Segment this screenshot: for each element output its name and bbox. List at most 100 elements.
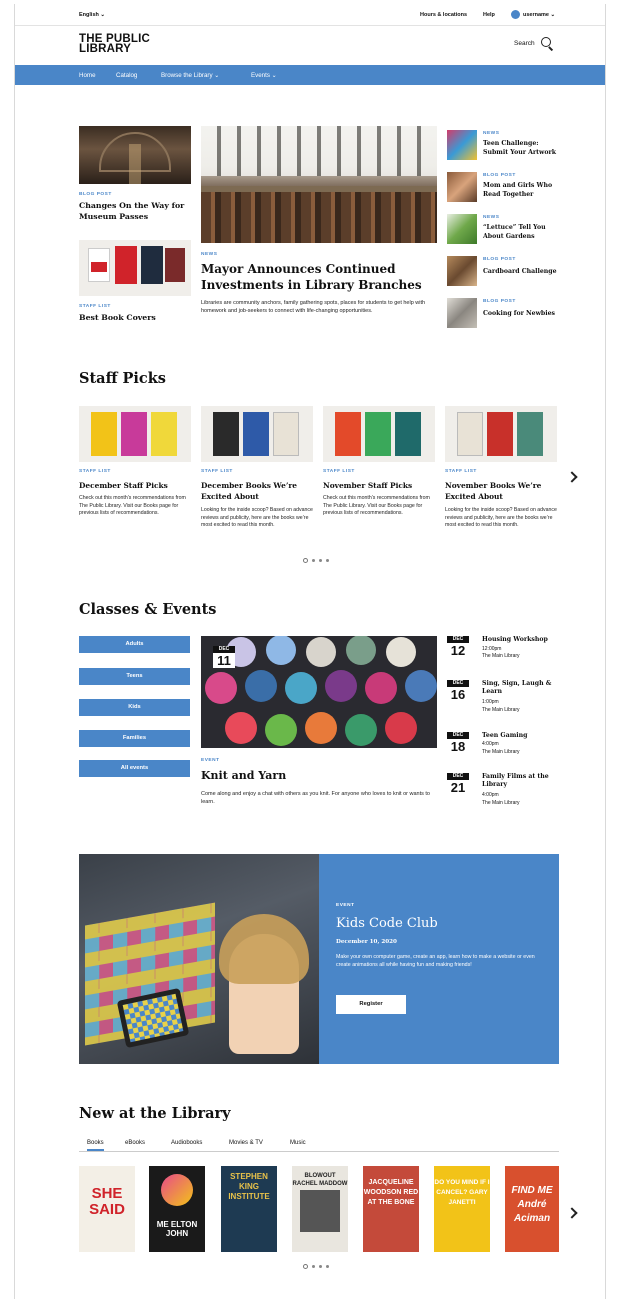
nav-events[interactable]: Events ⌄ bbox=[251, 72, 277, 79]
pagination-dot[interactable] bbox=[312, 1265, 315, 1268]
event-3-day: 18 bbox=[450, 739, 466, 754]
tab-movies-tv[interactable]: Movies & TV bbox=[229, 1140, 263, 1146]
staff-card-2-title[interactable]: December Books We’re Excited About bbox=[201, 480, 317, 502]
side-item-5-image[interactable] bbox=[447, 298, 477, 328]
side-item-3-image[interactable] bbox=[447, 214, 477, 244]
featured-event-body: Come along and enjoy a chat with others … bbox=[201, 791, 430, 805]
filter-adults-button[interactable]: Adults bbox=[79, 636, 190, 653]
pagination-dot[interactable] bbox=[326, 1265, 329, 1268]
media-tabs: Books eBooks Audiobooks Movies & TV Musi… bbox=[79, 1138, 559, 1152]
book-red-at-the-bone[interactable]: JACQUELINE WOODSON RED AT THE BONE bbox=[363, 1166, 419, 1252]
filter-all-events-button[interactable]: All events bbox=[79, 760, 190, 777]
classes-events-heading: Classes & Events bbox=[79, 601, 217, 618]
book-covers-image[interactable] bbox=[79, 240, 191, 296]
book-she-said[interactable]: SHE SAID bbox=[79, 1166, 135, 1252]
event-3-title[interactable]: Teen Gaming bbox=[482, 732, 562, 740]
tab-ebooks[interactable]: eBooks bbox=[125, 1140, 145, 1146]
book-blowout[interactable]: BLOWOUT RACHEL MADDOW bbox=[292, 1166, 348, 1252]
library-branch-image[interactable] bbox=[201, 126, 437, 243]
hours-locations-link[interactable]: Hours & locations bbox=[420, 12, 467, 18]
library-logo[interactable]: THE PUBLIC LIBRARY bbox=[79, 33, 150, 55]
help-link[interactable]: Help bbox=[483, 12, 495, 18]
side-item-1-image[interactable] bbox=[447, 130, 477, 160]
side-item-2-title[interactable]: Mom and Girls Who Read Together bbox=[483, 181, 563, 199]
book-red-at-the-bone-title: JACQUELINE WOODSON RED AT THE BONE bbox=[363, 1179, 419, 1206]
event-1-date: DEC 12 bbox=[447, 636, 469, 658]
search-icon bbox=[540, 37, 553, 49]
yarn-spools-illustration bbox=[205, 636, 437, 746]
event-3-place: The Main Library bbox=[482, 749, 520, 755]
pagination-dot[interactable] bbox=[319, 1265, 322, 1268]
book-find-me[interactable]: FIND ME André Aciman bbox=[505, 1166, 559, 1252]
nav-home[interactable]: Home bbox=[79, 72, 96, 79]
featured-event-title[interactable]: Knit and Yarn bbox=[201, 769, 286, 782]
event-2-day: 16 bbox=[450, 687, 466, 702]
side-item-4-title[interactable]: Cardboard Challenge bbox=[483, 267, 563, 276]
filter-teens-button[interactable]: Teens bbox=[79, 668, 190, 685]
new-at-library-heading: New at the Library bbox=[79, 1105, 231, 1122]
register-button[interactable]: Register bbox=[336, 995, 406, 1014]
staff-picks-next-icon[interactable] bbox=[566, 471, 578, 483]
staff-card-2-label: STAFF LIST bbox=[201, 469, 233, 474]
nav-catalog[interactable]: Catalog bbox=[116, 72, 137, 79]
staff-picks-pagination bbox=[303, 558, 329, 563]
side-item-3-title[interactable]: “Lettuce” Tell You About Gardens bbox=[483, 223, 563, 241]
featured-left-bottom-label: STAFF LIST bbox=[79, 304, 111, 309]
staff-card-4-title[interactable]: November Books We’re Excited About bbox=[445, 480, 561, 502]
staff-card-3-title[interactable]: November Staff Picks bbox=[323, 480, 439, 491]
staff-card-2-image[interactable] bbox=[201, 406, 313, 462]
event-4-day: 21 bbox=[450, 780, 466, 795]
event-2-title[interactable]: Sing, Sign, Laugh & Learn bbox=[482, 680, 562, 696]
pagination-dot-active[interactable] bbox=[303, 1264, 308, 1269]
event-4-title[interactable]: Family Films at the Library bbox=[482, 773, 562, 789]
featured-left-bottom-title[interactable]: Best Book Covers bbox=[79, 312, 195, 323]
book-do-you-mind-if-i-cancel-title: DO YOU MIND IF I CANCEL? GARY JANETTI bbox=[434, 1179, 490, 1206]
filter-families-button[interactable]: Families bbox=[79, 730, 190, 747]
filter-kids-button[interactable]: Kids bbox=[79, 699, 190, 716]
nav-browse[interactable]: Browse the Library ⌄ bbox=[161, 72, 220, 79]
event-1-place: The Main Library bbox=[482, 653, 520, 659]
featured-main-body: Libraries are community anchors, family … bbox=[201, 300, 426, 314]
book-she-said-title: SHE SAID bbox=[89, 1185, 125, 1218]
tab-books[interactable]: Books bbox=[87, 1140, 104, 1151]
search-button[interactable]: Search bbox=[514, 37, 553, 49]
pagination-dot[interactable] bbox=[312, 559, 315, 562]
museum-image[interactable] bbox=[79, 126, 191, 184]
side-item-5-label: BLOG POST bbox=[483, 299, 516, 304]
avatar bbox=[511, 10, 520, 19]
side-item-2-image[interactable] bbox=[447, 172, 477, 202]
language-selector[interactable]: English ⌄ bbox=[79, 12, 105, 18]
tab-audiobooks[interactable]: Audiobooks bbox=[171, 1140, 202, 1146]
featured-left-top-title[interactable]: Changes On the Way for Museum Passes bbox=[79, 200, 195, 222]
side-item-3-label: NEWS bbox=[483, 215, 500, 220]
side-item-5-title[interactable]: Cooking for Newbies bbox=[483, 309, 563, 318]
staff-card-1-title[interactable]: December Staff Picks bbox=[79, 480, 195, 491]
side-item-2-label: BLOG POST bbox=[483, 173, 516, 178]
search-label: Search bbox=[514, 39, 535, 47]
side-item-4-image[interactable] bbox=[447, 256, 477, 286]
book-do-you-mind-if-i-cancel[interactable]: DO YOU MIND IF I CANCEL? GARY JANETTI bbox=[434, 1166, 490, 1252]
event-1-month: DEC bbox=[447, 636, 469, 643]
knit-and-yarn-image[interactable]: DEC 11 bbox=[201, 636, 437, 748]
side-item-1-title[interactable]: Teen Challenge: Submit Your Artwork bbox=[483, 139, 563, 157]
staff-card-3-image[interactable] bbox=[323, 406, 435, 462]
featured-main-title[interactable]: Mayor Announces Continued Investments in… bbox=[201, 261, 437, 293]
event-1-day: 12 bbox=[450, 643, 466, 658]
pagination-dot-active[interactable] bbox=[303, 558, 308, 563]
kids-code-club-image bbox=[79, 854, 319, 1064]
pagination-dot[interactable] bbox=[326, 559, 329, 562]
event-2-month: DEC bbox=[447, 680, 469, 687]
side-item-1-label: NEWS bbox=[483, 131, 500, 136]
new-books-next-icon[interactable] bbox=[566, 1207, 578, 1219]
event-2-place: The Main Library bbox=[482, 707, 520, 713]
tab-music[interactable]: Music bbox=[290, 1140, 306, 1146]
promo-label: EVENT bbox=[336, 903, 355, 908]
event-1-title[interactable]: Housing Workshop bbox=[482, 636, 562, 644]
staff-card-4-image[interactable] bbox=[445, 406, 557, 462]
staff-card-4-label: STAFF LIST bbox=[445, 469, 477, 474]
user-menu[interactable]: username ⌄ bbox=[511, 10, 555, 19]
book-institute[interactable]: STEPHEN KING INSTITUTE bbox=[221, 1166, 277, 1252]
pagination-dot[interactable] bbox=[319, 559, 322, 562]
book-me-elton-john[interactable]: ME ELTON JOHN bbox=[149, 1166, 205, 1252]
staff-card-1-image[interactable] bbox=[79, 406, 191, 462]
